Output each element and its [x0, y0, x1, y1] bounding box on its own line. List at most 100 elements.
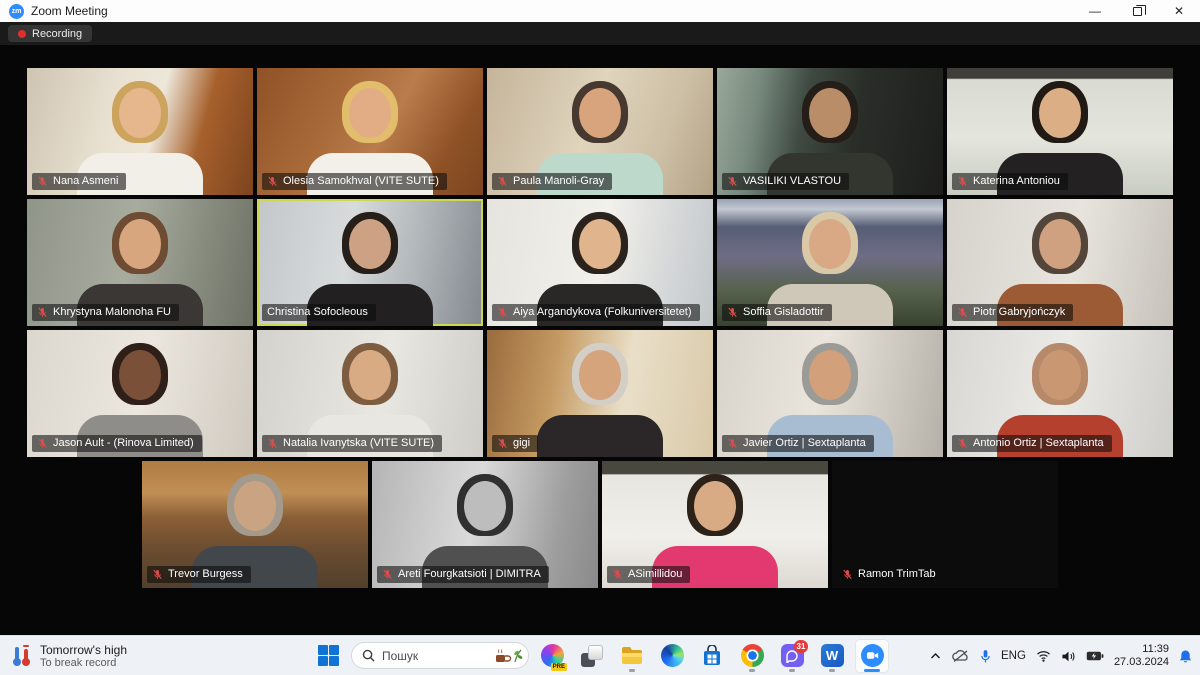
mic-muted-icon [957, 438, 968, 449]
participant-tile[interactable]: Olesia Samokhval (VITE SUTE) [257, 68, 483, 195]
mic-muted-icon [267, 438, 278, 449]
running-indicator [829, 669, 835, 672]
file-explorer-icon [620, 645, 644, 667]
participant-tile[interactable]: gigi [487, 330, 713, 457]
volume-icon[interactable] [1061, 650, 1076, 663]
participant-tile[interactable]: Ramon TrimTab [832, 461, 1058, 588]
screen: zm Zoom Meeting — ✕ Recording [0, 0, 1200, 675]
tray-chevron-up-icon[interactable] [930, 652, 941, 660]
taskbar-app-task-view[interactable] [575, 639, 609, 673]
mic-muted-icon [37, 176, 48, 187]
windows-logo-icon [318, 645, 339, 666]
system-tray: ENG 11:39 27.03.2024 [930, 636, 1192, 675]
participant-name: Javier Ortiz | Sextaplanta [743, 437, 866, 449]
participant-name: ASimillidou [628, 568, 682, 580]
person-head [694, 481, 736, 531]
battery-icon[interactable] [1086, 650, 1104, 662]
participant-tile[interactable]: Khrystyna Malonoha FU [27, 199, 253, 326]
mic-muted-icon [842, 569, 853, 580]
close-button[interactable]: ✕ [1158, 0, 1200, 22]
video-area: Nana Asmeni Olesia Samokhval (VITE SUTE) [0, 45, 1200, 635]
mic-muted-icon [37, 438, 48, 449]
participant-tile[interactable]: Katerina Antoniou [947, 68, 1173, 195]
running-indicator [864, 669, 880, 672]
person-head [809, 88, 851, 138]
onedrive-paused-icon[interactable] [951, 649, 970, 663]
participant-tile[interactable]: ASimillidou [602, 461, 828, 588]
participant-tile[interactable]: VASILIKI VLASTOU [717, 68, 943, 195]
mic-in-use-icon[interactable] [980, 649, 991, 664]
person-head [579, 88, 621, 138]
taskbar-clock[interactable]: 11:39 27.03.2024 [1114, 643, 1169, 669]
edge-icon [661, 644, 684, 667]
running-indicator [629, 669, 635, 672]
restore-button[interactable] [1116, 0, 1158, 22]
participant-name-tag: Christina Sofocleous [262, 304, 376, 321]
mic-muted-icon [497, 307, 508, 318]
participant-tile[interactable]: Nana Asmeni [27, 68, 253, 195]
participant-tile[interactable]: Areti Fourgkatsioti | DIMITRA [372, 461, 598, 588]
participant-name-tag: gigi [492, 435, 538, 452]
taskbar-app-viber[interactable]: 31 [775, 639, 809, 673]
taskbar-app-word[interactable]: W [815, 639, 849, 673]
taskbar-app-store[interactable] [695, 639, 729, 673]
taskbar-app-copilot[interactable]: PRE [535, 639, 569, 673]
participant-tile[interactable]: Jason Ault - (Rinova Limited) [27, 330, 253, 457]
weather-widget[interactable]: Tomorrow's high To break record [10, 636, 127, 675]
meeting-toolbar: Recording [0, 22, 1200, 45]
mic-muted-icon [727, 438, 738, 449]
taskbar-app-zoom[interactable] [855, 639, 889, 673]
person-head [119, 219, 161, 269]
window-titlebar: zm Zoom Meeting — ✕ [0, 0, 1200, 22]
mic-muted-icon [497, 438, 508, 449]
participant-name-tag: Piotr Gabryjończyk [952, 304, 1073, 321]
notification-bell-icon[interactable] [1179, 649, 1192, 664]
mic-muted-icon [727, 176, 738, 187]
participant-name: Aiya Argandykova (Folkuniversitetet) [513, 306, 692, 318]
mic-muted-icon [957, 307, 968, 318]
participant-tile[interactable]: Antonio Ortiz | Sextaplanta [947, 330, 1173, 457]
participant-tile[interactable]: Paula Manoli-Gray [487, 68, 713, 195]
taskbar-app-file-explorer[interactable] [615, 639, 649, 673]
weather-headline: Tomorrow's high [40, 643, 127, 657]
word-icon: W [821, 644, 844, 667]
tray-date: 27.03.2024 [1114, 656, 1169, 669]
microsoft-store-icon [701, 645, 723, 667]
participant-tile[interactable]: Aiya Argandykova (Folkuniversitetet) [487, 199, 713, 326]
start-button[interactable] [311, 639, 345, 673]
minimize-button[interactable]: — [1074, 0, 1116, 22]
taskbar-app-edge[interactable] [655, 639, 689, 673]
person-head [1039, 88, 1081, 138]
participant-name-tag: Aiya Argandykova (Folkuniversitetet) [492, 304, 700, 321]
recording-indicator[interactable]: Recording [8, 25, 92, 42]
person-head [1039, 219, 1081, 269]
language-indicator[interactable]: ENG [1001, 650, 1026, 662]
person-head [1039, 350, 1081, 400]
participant-name: Jason Ault - (Rinova Limited) [53, 437, 194, 449]
participant-name-tag: Trevor Burgess [147, 566, 251, 583]
participant-name: Paula Manoli-Gray [513, 175, 604, 187]
participant-tile[interactable]: Soffia Gisladottir [717, 199, 943, 326]
participant-name-tag: Jason Ault - (Rinova Limited) [32, 435, 202, 452]
participant-name-tag: Areti Fourgkatsioti | DIMITRA [377, 566, 549, 583]
participant-tile[interactable]: Trevor Burgess [142, 461, 368, 588]
participant-tile[interactable]: Christina Sofocleous [257, 199, 483, 326]
mic-muted-icon [267, 176, 278, 187]
search-input[interactable]: Пошук [351, 642, 529, 669]
participant-name: gigi [513, 437, 530, 449]
participant-name-tag: Nana Asmeni [32, 173, 126, 190]
participant-name: Christina Sofocleous [267, 306, 368, 318]
person-head [464, 481, 506, 531]
chrome-icon [741, 644, 764, 667]
search-icon [362, 649, 375, 662]
participant-name-tag: ASimillidou [607, 566, 690, 583]
wifi-icon[interactable] [1036, 650, 1051, 662]
participant-name: Ramon TrimTab [858, 568, 936, 580]
taskbar-app-chrome[interactable] [735, 639, 769, 673]
participant-name-tag: Natalia Ivanytska (VITE SUTE) [262, 435, 442, 452]
person-body [537, 415, 663, 457]
participant-tile[interactable]: Piotr Gabryjończyk [947, 199, 1173, 326]
participant-tile[interactable]: Javier Ortiz | Sextaplanta [717, 330, 943, 457]
participant-tile[interactable]: Natalia Ivanytska (VITE SUTE) [257, 330, 483, 457]
participant-name: Nana Asmeni [53, 175, 118, 187]
